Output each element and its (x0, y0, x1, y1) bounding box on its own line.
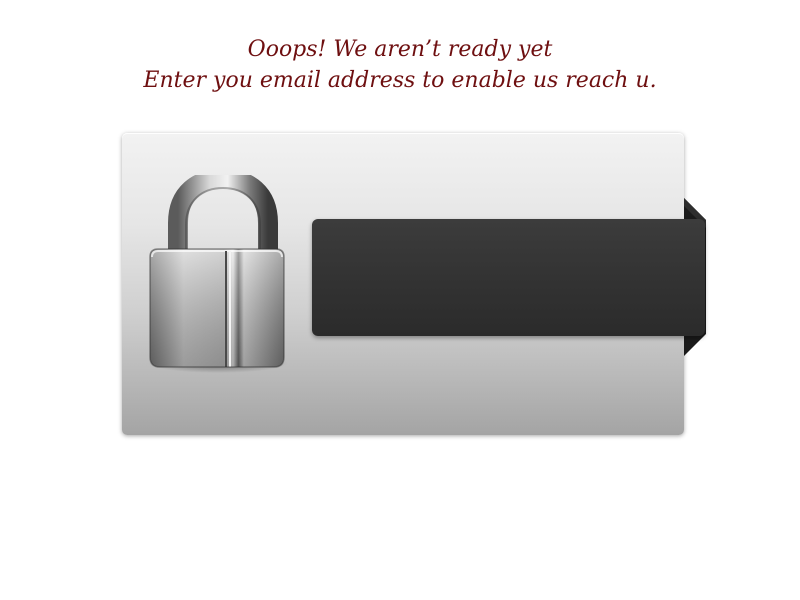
email-band[interactable] (312, 219, 705, 336)
padlock-icon (148, 175, 288, 373)
headline-title: Ooops! We aren’t ready yet (247, 37, 553, 62)
headline: Ooops! We aren’t ready yet Enter you ema… (0, 34, 800, 96)
email-input[interactable] (312, 219, 705, 336)
headline-subtitle: Enter you email address to enable us rea… (143, 68, 657, 93)
